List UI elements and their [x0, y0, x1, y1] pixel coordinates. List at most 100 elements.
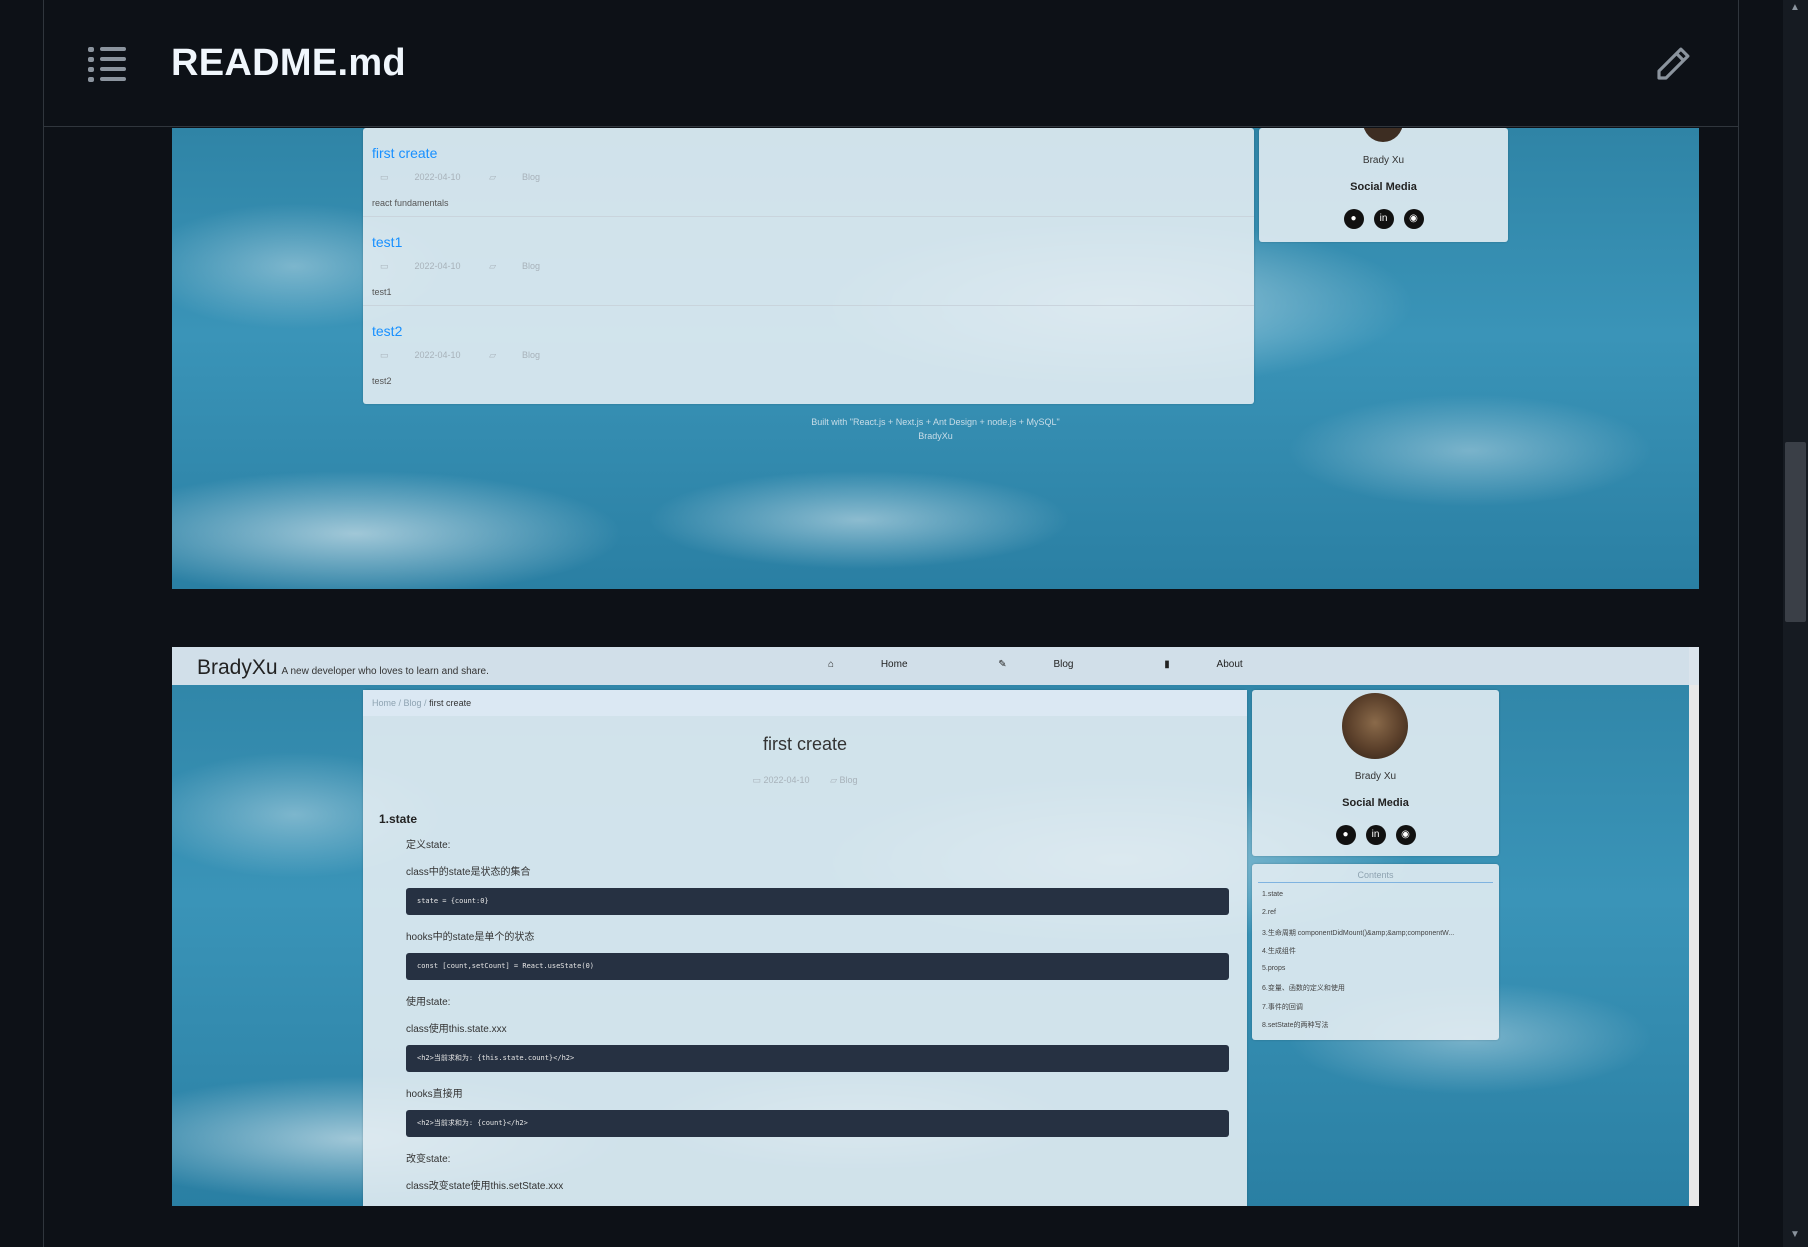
- file-icon: ▮: [1164, 659, 1173, 670]
- folder-icon: ▱: [489, 350, 496, 360]
- contents-item[interactable]: 5.props: [1262, 965, 1285, 972]
- paragraph: 定义state:: [406, 840, 451, 851]
- github-icon[interactable]: ●: [1343, 209, 1364, 229]
- social-title: Social Media: [1350, 181, 1417, 193]
- wechat-icon[interactable]: ◉: [1403, 209, 1424, 229]
- home-icon: ⌂: [828, 659, 837, 670]
- calendar-icon: ▭: [380, 261, 389, 271]
- contents-card: Contents 1.state 2.ref 3.生命周期 componentD…: [1252, 864, 1499, 1040]
- article-category: Blog: [839, 775, 858, 785]
- nav-about[interactable]: ▮ About: [1164, 659, 1286, 670]
- post-date: 2022-04-10: [414, 172, 461, 182]
- folder-icon: ▱: [489, 172, 496, 182]
- code-block: <h2>当前求和为: {count}</h2>: [406, 1110, 1229, 1137]
- post-meta: ▭ 2022-04-10 ▱ Blog: [380, 350, 566, 361]
- contents-item[interactable]: 4.生成组件: [1262, 946, 1296, 956]
- nav-label: About: [1216, 659, 1243, 670]
- code-text: <h2>当前求和为: {count}</h2>: [417, 1119, 528, 1127]
- post-title[interactable]: test2: [372, 323, 402, 339]
- code-text: state = {count:0}: [417, 897, 489, 905]
- code-text: <h2>当前求和为: {this.state.count}</h2>: [417, 1054, 575, 1062]
- linkedin-icon[interactable]: in: [1373, 209, 1394, 229]
- author-card: Brady Xu Social Media ● in ◉: [1259, 128, 1508, 242]
- tagline: A new developer who loves to learn and s…: [281, 666, 489, 677]
- article-date: 2022-04-10: [763, 775, 810, 785]
- paragraph: hooks中的state是单个的状态: [406, 932, 535, 943]
- contents-item[interactable]: 7.事件的回调: [1262, 1002, 1303, 1012]
- blog-navbar: BradyXu A new developer who loves to lear…: [172, 647, 1699, 685]
- readme-screenshot-2: BradyXu A new developer who loves to lear…: [172, 647, 1699, 1206]
- post-date: 2022-04-10: [414, 350, 461, 360]
- list-item[interactable]: test2 ▭ 2022-04-10 ▱ Blog test2: [363, 306, 1254, 394]
- author-name: Brady Xu: [1354, 771, 1397, 782]
- paragraph: hooks直接用: [406, 1089, 463, 1100]
- article: Home / Blog / first create first create …: [363, 690, 1247, 1206]
- file-header: README.md: [44, 0, 1738, 127]
- folder-icon: ▱: [489, 261, 496, 271]
- footer-text: Built with "React.js + Next.js + Ant Des…: [811, 417, 1060, 427]
- nav-label: Blog: [1053, 659, 1074, 670]
- post-list: first create ▭ 2022-04-10 ▱ Blog react fun…: [363, 128, 1254, 404]
- contents-item[interactable]: 1.state: [1262, 891, 1283, 898]
- contents-item[interactable]: 2.ref: [1262, 909, 1276, 916]
- outline-list-icon[interactable]: [88, 44, 128, 84]
- contents-title: Contents: [1258, 870, 1493, 883]
- post-category: Blog: [522, 172, 541, 182]
- scroll-up-arrow-icon[interactable]: ▲: [1790, 2, 1800, 13]
- contents-item[interactable]: 8.setState的两种写法: [1262, 1020, 1329, 1030]
- author-name: Brady Xu: [1362, 155, 1405, 166]
- paragraph: 改变state:: [406, 1154, 451, 1165]
- brand-name: BradyXu: [197, 656, 278, 679]
- file-name: README.md: [171, 42, 406, 84]
- post-desc: test2: [372, 376, 392, 386]
- post-meta: ▭ 2022-04-10 ▱ Blog: [380, 261, 566, 272]
- paragraph: class改变state使用this.setState.xxx: [406, 1181, 564, 1192]
- article-meta: ▭ 2022-04-10 ▱ Blog: [363, 775, 1247, 786]
- crumb-current: first create: [429, 698, 472, 708]
- social-title: Social Media: [1342, 797, 1409, 809]
- avatar: [1342, 693, 1408, 759]
- screenshot-scrollbar: [1689, 647, 1699, 1206]
- blog-icon: ✎: [998, 659, 1010, 670]
- post-category: Blog: [522, 350, 541, 360]
- nav-label: Home: [880, 659, 908, 670]
- pencil-edit-icon[interactable]: [1652, 43, 1694, 85]
- code-block: state = {count:0}: [406, 888, 1229, 915]
- github-icon[interactable]: ●: [1335, 825, 1356, 845]
- file-viewer: README.md first create ▭ 2022-04-10 ▱ Blog…: [43, 0, 1739, 1247]
- wechat-icon[interactable]: ◉: [1395, 825, 1416, 845]
- post-desc: react fundamentals: [372, 198, 449, 208]
- nav-home[interactable]: ⌂ Home: [828, 659, 952, 670]
- article-title: first create: [762, 734, 848, 754]
- post-date: 2022-04-10: [414, 261, 461, 271]
- scroll-down-arrow-icon[interactable]: ▼: [1790, 1229, 1800, 1240]
- post-category: Blog: [522, 261, 541, 271]
- nav-blog[interactable]: ✎ Blog: [998, 659, 1117, 670]
- paragraph: 使用state:: [406, 997, 451, 1008]
- scrollbar-thumb[interactable]: [1785, 442, 1806, 622]
- post-desc: test1: [372, 287, 392, 297]
- paragraph: class中的state是状态的集合: [406, 867, 531, 878]
- author-card: Brady Xu Social Media ● in ◉: [1252, 690, 1499, 856]
- post-title[interactable]: test1: [372, 234, 402, 250]
- readme-screenshot-1: first create ▭ 2022-04-10 ▱ Blog react fun…: [172, 128, 1699, 589]
- list-item[interactable]: first create ▭ 2022-04-10 ▱ Blog react fun…: [363, 128, 1254, 217]
- code-block: <h2>当前求和为: {this.state.count}</h2>: [406, 1045, 1229, 1072]
- crumb-blog[interactable]: Blog: [404, 698, 422, 708]
- linkedin-icon[interactable]: in: [1365, 825, 1386, 845]
- list-item[interactable]: test1 ▭ 2022-04-10 ▱ Blog test1: [363, 217, 1254, 306]
- post-title[interactable]: first create: [372, 145, 437, 161]
- section-heading: 1.state: [379, 812, 418, 826]
- paragraph: class使用this.state.xxx: [406, 1024, 507, 1035]
- contents-item[interactable]: 6.变量、函数的定义和使用: [1262, 983, 1345, 993]
- crumb-home[interactable]: Home: [372, 698, 396, 708]
- code-block: const [count,setCount] = React.useState(…: [406, 953, 1229, 980]
- brand: BradyXu A new developer who loves to lear…: [197, 656, 489, 680]
- page-scrollbar[interactable]: ▲ ▼: [1783, 0, 1808, 1247]
- calendar-icon: ▭: [380, 350, 389, 360]
- footer-author: BradyXu: [918, 431, 953, 441]
- contents-item[interactable]: 3.生命周期 componentDidMount()&amp;&amp;comp…: [1262, 928, 1454, 938]
- calendar-icon: ▭: [380, 172, 389, 182]
- post-meta: ▭ 2022-04-10 ▱ Blog: [380, 172, 566, 183]
- code-text: const [count,setCount] = React.useState(…: [417, 962, 595, 970]
